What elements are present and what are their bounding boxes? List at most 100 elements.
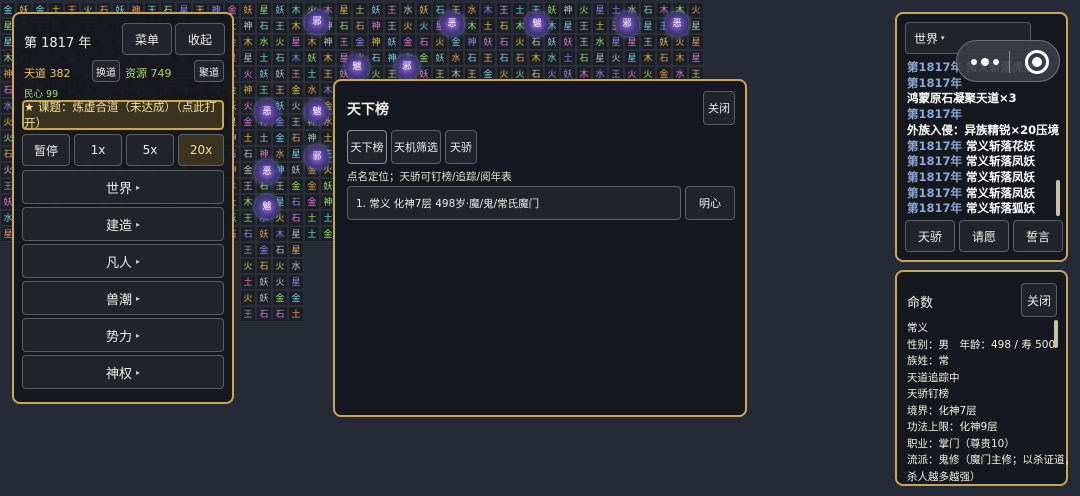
map-tile[interactable]: 金 <box>448 34 464 50</box>
map-tile[interactable]: 石 <box>496 34 512 50</box>
map-tile[interactable]: 金 <box>288 290 304 306</box>
map-tile[interactable]: 神 <box>560 2 576 18</box>
map-tile[interactable]: 火 <box>512 34 528 50</box>
collapse-button[interactable]: 收起 <box>175 23 225 55</box>
map-tile[interactable]: 星 <box>288 274 304 290</box>
map-orb-icon[interactable]: 邪 <box>395 55 419 79</box>
map-tile[interactable]: 星 <box>592 50 608 66</box>
map-tile[interactable]: 火 <box>672 34 688 50</box>
map-tile[interactable]: 木 <box>464 18 480 34</box>
map-tile[interactable]: 王 <box>384 2 400 18</box>
map-orb-icon[interactable]: 恶 <box>255 100 279 124</box>
map-tile[interactable]: 木 <box>288 50 304 66</box>
map-tile[interactable]: 木 <box>240 34 256 50</box>
map-tile[interactable]: 王 <box>240 210 256 226</box>
map-tile[interactable]: 妖 <box>384 34 400 50</box>
map-tile[interactable]: 火 <box>576 2 592 18</box>
prodigy-button[interactable]: 天骄 <box>905 220 955 252</box>
map-tile[interactable]: 王 <box>288 66 304 82</box>
map-tile[interactable]: 土 <box>304 210 320 226</box>
oath-button[interactable]: 誓言 <box>1013 220 1063 252</box>
quest-button[interactable]: ★ 课题：炼虚合道（未达成）（点此打开） <box>22 100 224 130</box>
close-target-icon[interactable] <box>1025 50 1049 74</box>
map-tile[interactable]: 土 <box>288 306 304 322</box>
map-orb-icon[interactable]: 邪 <box>615 12 639 36</box>
map-tile[interactable]: 金 <box>240 162 256 178</box>
map-tile[interactable]: 王 <box>240 178 256 194</box>
map-orb-icon[interactable]: 魃 <box>345 55 369 79</box>
speed-20x-button[interactable]: 20x <box>178 134 224 166</box>
map-orb-icon[interactable]: 恶 <box>665 12 689 36</box>
map-tile[interactable]: 火 <box>240 258 256 274</box>
map-tile[interactable]: 妖 <box>368 2 384 18</box>
map-tile[interactable]: 木 <box>528 50 544 66</box>
map-tile[interactable]: 妖 <box>560 34 576 50</box>
close-button[interactable]: 关闭 <box>703 91 735 125</box>
map-tile[interactable]: 木 <box>672 50 688 66</box>
map-tile[interactable]: 石 <box>512 50 528 66</box>
map-tile[interactable]: 木 <box>288 2 304 18</box>
map-tile[interactable]: 火 <box>272 34 288 50</box>
map-tile[interactable]: 石 <box>256 306 272 322</box>
map-tile[interactable]: 石 <box>368 50 384 66</box>
map-tile[interactable]: 火 <box>400 18 416 34</box>
map-orb-icon[interactable]: 邪 <box>305 145 329 169</box>
map-orb-icon[interactable]: 恶 <box>440 12 464 36</box>
map-tile[interactable]: 神 <box>368 34 384 50</box>
map-tile[interactable]: 石 <box>496 50 512 66</box>
map-tile[interactable]: 神 <box>240 82 256 98</box>
map-tile[interactable]: 水 <box>288 258 304 274</box>
map-tile[interactable]: 王 <box>272 18 288 34</box>
map-tile[interactable]: 石 <box>416 34 432 50</box>
map-tile[interactable]: 木 <box>480 2 496 18</box>
map-orb-icon[interactable]: 邪 <box>305 10 329 34</box>
log-scrollbar[interactable] <box>1056 180 1060 216</box>
map-tile[interactable]: 火 <box>240 66 256 82</box>
map-tile[interactable]: 水 <box>304 82 320 98</box>
map-tile[interactable]: 王 <box>576 18 592 34</box>
map-tile[interactable]: 水 <box>448 50 464 66</box>
map-tile[interactable]: 王 <box>480 50 496 66</box>
map-tile[interactable]: 妖 <box>256 274 272 290</box>
map-tile[interactable]: 水 <box>464 2 480 18</box>
map-tile[interactable]: 土 <box>480 18 496 34</box>
map-tile[interactable]: 石 <box>576 50 592 66</box>
map-tile[interactable]: 石 <box>272 242 288 258</box>
map-tile[interactable]: 星 <box>240 50 256 66</box>
map-tile[interactable]: 星 <box>336 2 352 18</box>
map-tile[interactable]: 神 <box>464 34 480 50</box>
map-tile[interactable]: 妖 <box>304 50 320 66</box>
map-tile[interactable]: 金 <box>256 242 272 258</box>
map-tile[interactable]: 石 <box>288 194 304 210</box>
ranking-entry[interactable]: 1. 常义 化神7层 498岁·魔/鬼/常氏魔门 <box>347 186 681 220</box>
tab-filter[interactable]: 天机筛选 <box>391 130 441 164</box>
fate-scrollbar[interactable] <box>1054 320 1058 348</box>
map-tile[interactable]: 王 <box>240 306 256 322</box>
map-tile[interactable]: 星 <box>688 34 704 50</box>
map-tile[interactable]: 土 <box>304 66 320 82</box>
more-icon[interactable] <box>971 53 1011 71</box>
map-tile[interactable]: 王 <box>640 34 656 50</box>
nav-divine-button[interactable]: 神权 ▸ <box>22 355 224 389</box>
nav-mortal-button[interactable]: 凡人 ▸ <box>22 244 224 278</box>
map-tile[interactable]: 火 <box>272 274 288 290</box>
map-tile[interactable]: 金 <box>272 290 288 306</box>
speed-5x-button[interactable]: 5x <box>126 134 174 166</box>
tab-ranking[interactable]: 天下榜 <box>347 130 387 164</box>
map-tile[interactable]: 石 <box>528 34 544 50</box>
menu-button[interactable]: 菜单 <box>122 23 172 55</box>
map-tile[interactable]: 妖 <box>240 2 256 18</box>
map-tile[interactable]: 石 <box>352 18 368 34</box>
map-tile[interactable]: 火 <box>608 50 624 66</box>
map-tile[interactable]: 石 <box>496 18 512 34</box>
map-tile[interactable]: 妖 <box>480 34 496 50</box>
map-tile[interactable]: 王 <box>384 18 400 34</box>
map-tile[interactable]: 金 <box>288 178 304 194</box>
map-tile[interactable]: 水 <box>400 2 416 18</box>
map-tile[interactable]: 土 <box>352 2 368 18</box>
map-tile[interactable]: 土 <box>256 50 272 66</box>
map-tile[interactable]: 星 <box>688 50 704 66</box>
map-tile[interactable]: 火 <box>432 34 448 50</box>
map-tile[interactable]: 金 <box>400 34 416 50</box>
map-tile[interactable]: 土 <box>560 50 576 66</box>
